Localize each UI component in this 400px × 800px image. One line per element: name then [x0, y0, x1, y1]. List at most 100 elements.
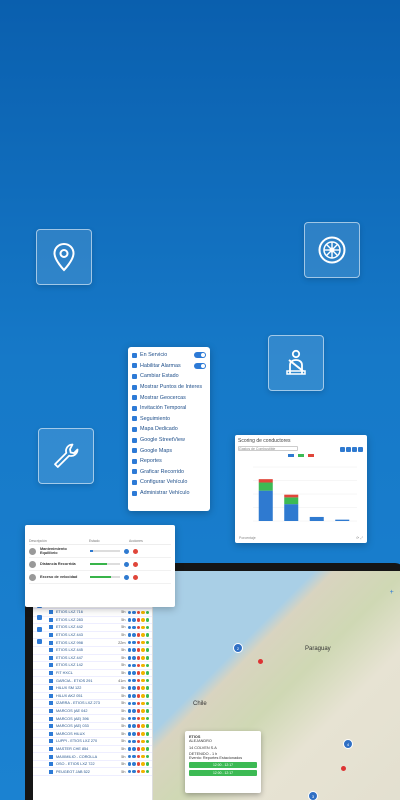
menu-item[interactable]: Administrar Vehículo	[132, 488, 206, 499]
vehicle-row[interactable]: OSO - ETIOS LXZ 722 5h	[33, 761, 152, 769]
status-icon	[141, 678, 145, 683]
map-label-chile: Chile	[193, 701, 207, 707]
vehicle-row[interactable]: MARCOS HILUX 5h	[33, 730, 152, 739]
vehicle-checkbox[interactable]	[49, 648, 53, 653]
popup-button-2[interactable]: 12:00 - 12:17	[189, 770, 257, 776]
alarm-action-button[interactable]	[124, 574, 129, 580]
map-pin[interactable]	[258, 659, 263, 664]
vehicle-row[interactable]: HILUX SM 122 5h	[33, 685, 152, 693]
vehicle-time: 5h	[121, 648, 126, 653]
menu-item[interactable]: Mostrar Puntos de Interes	[132, 382, 206, 393]
vehicle-checkbox[interactable]	[49, 754, 53, 759]
vehicle-checkbox[interactable]	[49, 617, 53, 622]
chart-select[interactable]: Gastos de Combustible	[238, 446, 298, 451]
map-cluster[interactable]: 2	[233, 643, 243, 653]
alarm-action-button[interactable]	[124, 548, 129, 554]
vehicle-row[interactable]: MARCOS (AE) 033 5h	[33, 723, 152, 731]
status-icon	[136, 663, 140, 668]
vehicle-time: 22m	[118, 640, 126, 645]
zoom-in-button[interactable]: +	[390, 589, 394, 596]
vehicle-checkbox[interactable]	[49, 693, 53, 698]
toggle-switch[interactable]	[194, 352, 206, 359]
alarm-action-button[interactable]	[133, 574, 138, 580]
vehicle-checkbox[interactable]	[49, 769, 53, 774]
vehicle-row[interactable]: ETIOS LXZ 447 5h	[33, 655, 152, 663]
vehicle-row[interactable]: MARCOS (AE) 396 5h	[33, 715, 152, 723]
tool-icon[interactable]	[37, 615, 42, 620]
vehicle-checkbox[interactable]	[49, 678, 53, 683]
alarm-description: Distancia Recorrida	[40, 562, 76, 566]
vehicle-checkbox[interactable]	[49, 610, 53, 615]
status-icon	[132, 625, 136, 630]
chart-button[interactable]	[346, 447, 351, 452]
vehicle-checkbox[interactable]	[49, 739, 53, 744]
vehicle-row[interactable]: PEUGEOT JAB 522 5h	[33, 768, 152, 777]
map-cluster[interactable]: 4	[343, 739, 353, 749]
status-icon	[132, 671, 136, 675]
vehicle-checkbox[interactable]	[49, 762, 53, 767]
vehicle-status-icons	[127, 633, 149, 637]
alarm-action-button[interactable]	[124, 561, 129, 567]
chart-button[interactable]	[352, 447, 357, 452]
vehicle-row[interactable]: HILUX AK2 051 5h	[33, 693, 152, 701]
bar	[284, 497, 299, 505]
vehicle-row[interactable]: MAXIMILIO - COROLLA 5h	[33, 753, 152, 761]
vehicle-row[interactable]: ETIOS LXZ 283 5h	[33, 617, 152, 625]
popup-button-1[interactable]: 12:00 - 12:17	[189, 762, 257, 768]
vehicle-status-icons	[127, 709, 149, 713]
map-pin[interactable]	[341, 766, 346, 771]
vehicle-row[interactable]: ETIOS LXZ 442 5h	[33, 624, 152, 632]
status-icon	[132, 724, 136, 728]
alarm-action-button[interactable]	[133, 561, 138, 567]
vehicle-checkbox[interactable]	[49, 625, 53, 630]
menu-item[interactable]: Invitación Temporal	[132, 403, 206, 414]
vehicle-status-icons	[127, 656, 149, 660]
vehicle-row[interactable]: ETIOS LXZ 998 22m	[33, 639, 152, 647]
menu-item[interactable]: En Servicio	[132, 350, 206, 361]
vehicle-checkbox[interactable]	[49, 633, 53, 638]
vehicle-checkbox[interactable]	[49, 746, 53, 751]
chart-button[interactable]	[340, 447, 345, 452]
vehicle-row[interactable]: MASTER CHE 854 5h	[33, 746, 152, 754]
menu-item[interactable]: Graficar Recorrido	[132, 467, 206, 478]
vehicle-checkbox[interactable]	[49, 663, 53, 668]
menu-item[interactable]: Mostrar Geocercas	[132, 392, 206, 403]
vehicle-checkbox[interactable]	[49, 671, 53, 676]
vehicle-checkbox[interactable]	[49, 716, 53, 721]
map-cluster[interactable]: 3	[308, 791, 318, 800]
menu-item[interactable]: Google StreetView	[132, 435, 206, 446]
vehicle-row[interactable]: FIT HXCL 5h	[33, 670, 152, 678]
legend-item	[308, 454, 314, 457]
menu-item[interactable]: Cambiar Estado	[132, 371, 206, 382]
menu-item[interactable]: Google Maps	[132, 445, 206, 456]
vehicle-checkbox[interactable]	[49, 655, 53, 660]
vehicle-row[interactable]: IZARRA - ETIOS LXZ 273 5h	[33, 700, 152, 708]
vehicle-row[interactable]: ETIOS LXZ 142 5h	[33, 662, 152, 670]
toggle-switch[interactable]	[194, 362, 206, 369]
map-label-paraguay: Paraguay	[305, 646, 331, 652]
status-icon	[141, 671, 145, 675]
vehicle-row[interactable]: LUPPI - ETIOS LXZ 270 5h	[33, 738, 152, 746]
tool-icon[interactable]	[37, 639, 42, 644]
vehicle-row[interactable]: MARCOS (AE 042 5h	[33, 708, 152, 716]
menu-item[interactable]: Mapa Dedicado	[132, 424, 206, 435]
seatbelt-icon	[286, 349, 306, 375]
vehicle-checkbox[interactable]	[49, 708, 53, 713]
menu-item[interactable]: Reportes	[132, 456, 206, 467]
status-icon	[141, 633, 145, 637]
menu-item[interactable]: Seguimiento	[132, 414, 206, 425]
vehicle-row[interactable]: ETIOS LXZ 445 5h	[33, 647, 152, 655]
vehicle-row[interactable]: ETIOS LXZ 443 5h	[33, 632, 152, 640]
menu-item[interactable]: Habilitar Alarmas	[132, 361, 206, 372]
vehicle-row[interactable]: GARCIA - ETIOS 291 41m	[33, 677, 152, 685]
vehicle-checkbox[interactable]	[49, 686, 53, 691]
vehicle-row[interactable]: ETIOS LXZ 716 5h	[33, 609, 152, 617]
vehicle-checkbox[interactable]	[49, 640, 53, 645]
chart-button[interactable]	[358, 447, 363, 452]
alarm-action-button[interactable]	[133, 548, 138, 554]
tool-icon[interactable]	[37, 627, 42, 632]
menu-item[interactable]: Configurar Vehículo	[132, 477, 206, 488]
vehicle-checkbox[interactable]	[49, 731, 53, 736]
vehicle-checkbox[interactable]	[49, 701, 53, 706]
vehicle-checkbox[interactable]	[49, 724, 53, 729]
